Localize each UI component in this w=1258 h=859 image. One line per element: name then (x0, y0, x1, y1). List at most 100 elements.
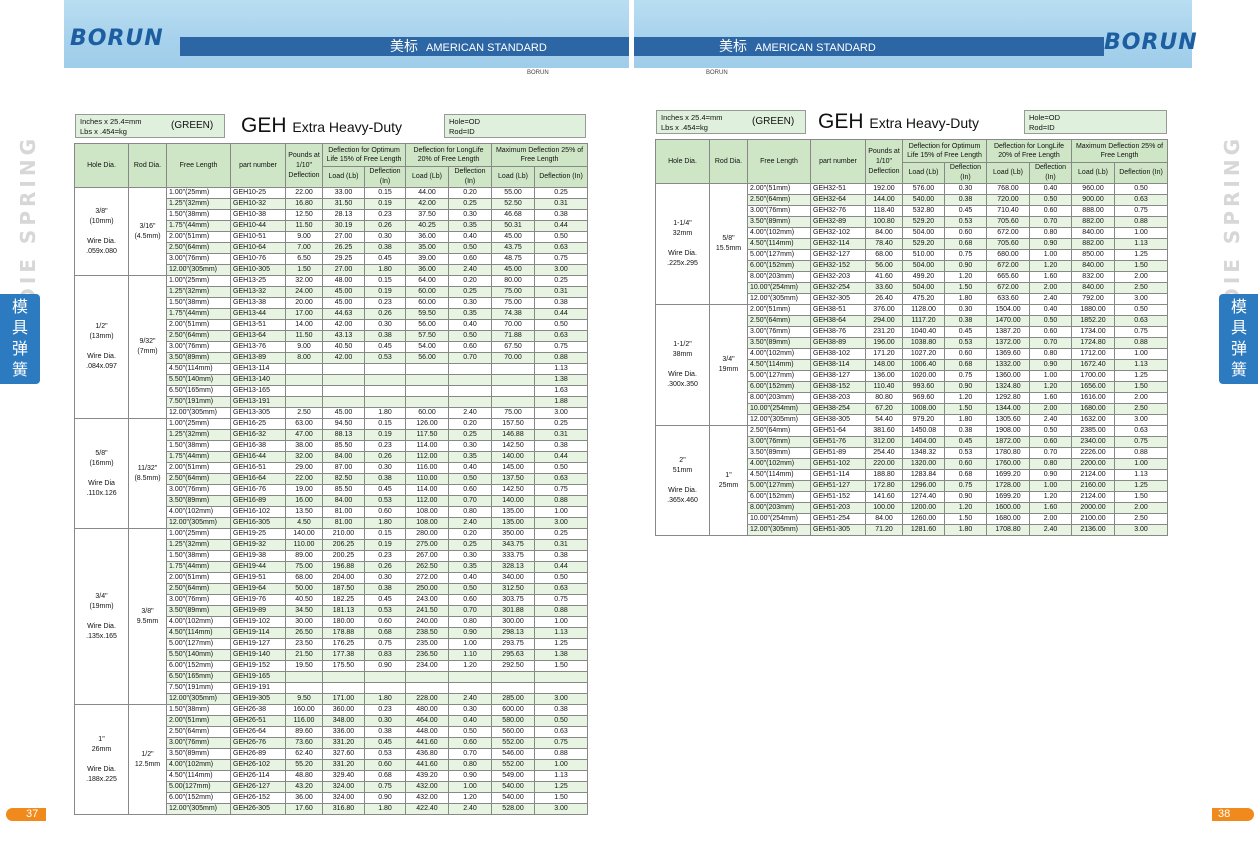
load-25-cell (491, 374, 536, 386)
load-20-cell: 439.20 (405, 770, 449, 782)
load-15-cell: 171.00 (322, 693, 365, 705)
load-15-cell: 196.88 (322, 561, 365, 573)
right-logo: BORUN (1104, 30, 1198, 55)
left-tab-char: 具 (11, 320, 28, 337)
right-tab-char: 模 (1230, 299, 1247, 316)
right-units-box: Inches x 25.4=mm Lbs x .454=kg (GREEN) (656, 110, 806, 134)
defl-25-cell: 2.00 (1114, 271, 1169, 283)
load-15-cell: 48.00 (322, 275, 365, 287)
defl-15-cell: 1.20 (944, 502, 987, 514)
defl-15-cell: 0.30 (364, 462, 406, 474)
part-number-cell: GEH13-140 (230, 374, 286, 386)
hole-dia-line: Wire Dia. (87, 353, 116, 360)
defl-15-cell: 0.30 (944, 183, 987, 195)
part-number-cell: GEH32-51 (810, 183, 866, 195)
pounds-cell: 16.00 (285, 495, 323, 507)
load-25-cell: 303.75 (491, 594, 536, 606)
free-length-cell: 4.50"(114mm) (747, 238, 811, 250)
free-length-cell: 2.00"(51mm) (166, 462, 231, 474)
load-20-cell: 448.00 (405, 726, 449, 738)
load-25-cell: 1680.00 (1071, 403, 1116, 415)
part-number-cell: GEH26-102 (230, 759, 286, 771)
load-25-cell: 52.50 (491, 198, 536, 210)
left-hole-rod-box: Hole=OD Rod=ID (444, 114, 586, 138)
defl-20-cell: 1.20 (1028, 260, 1073, 272)
pounds-cell: 34.50 (285, 605, 323, 617)
defl-15-cell: 0.90 (944, 491, 987, 503)
load-20-cell: 441.60 (405, 759, 449, 771)
pounds-cell: 38.00 (285, 440, 323, 452)
defl-25-cell: 0.63 (534, 583, 589, 595)
load-15-cell: 1020.00 (902, 370, 945, 382)
defl-20-cell: 0.80 (1028, 348, 1073, 360)
defl-15-cell: 1.50 (944, 513, 987, 525)
load-20-cell: 436.80 (405, 748, 449, 760)
rod-dia-cell: 1" 25mm (709, 425, 748, 536)
load-20-cell: 280.00 (405, 528, 449, 540)
load-15-cell: 324.00 (322, 781, 365, 793)
pounds-cell: 24.00 (285, 286, 323, 298)
defl-25-cell: 1.13 (534, 627, 589, 639)
left-label-en: AMERICAN STANDARD (426, 42, 547, 54)
defl-20-cell: 0.50 (447, 473, 493, 485)
load-20-cell: 441.60 (405, 737, 449, 749)
defl-20-cell: 0.30 (447, 704, 493, 716)
free-length-cell: 3.50"(89mm) (747, 337, 811, 349)
free-length-cell: 4.50"(114mm) (166, 363, 231, 375)
part-number-cell: GEH32-203 (810, 271, 866, 283)
pounds-cell: 381.60 (865, 425, 903, 437)
defl-20-cell: 1.60 (1028, 392, 1073, 404)
defl-25-cell: 1.00 (534, 759, 589, 771)
col-deflection-header: Deflection (In) (364, 166, 406, 188)
load-20-cell: 705.60 (986, 238, 1030, 250)
defl-15-cell (364, 374, 406, 386)
defl-25-cell: 1.13 (534, 770, 589, 782)
col-hole-header: Hole Dia. (74, 143, 129, 188)
col-load-header: Load (Lb) (405, 166, 449, 188)
load-20-cell: 1470.00 (986, 315, 1030, 327)
defl-20-cell: 0.50 (447, 583, 493, 595)
load-15-cell: 81.00 (322, 506, 365, 518)
defl-25-cell: 1.25 (534, 781, 589, 793)
load-15-cell: 324.00 (322, 792, 365, 804)
load-20-cell: 1699.20 (986, 491, 1030, 503)
hole-dia-cell: 5/8" (16mm) Wire Dia .110x.126 (74, 418, 129, 529)
defl-25-cell: 1.25 (534, 638, 589, 650)
pounds-cell: 172.80 (865, 480, 903, 492)
pounds-cell: 231.20 (865, 326, 903, 338)
load-15-cell: 969.60 (902, 392, 945, 404)
defl-15-cell (364, 363, 406, 375)
part-number-cell: GEH10-51 (230, 231, 286, 243)
hole-dia-line: 1-1/2" (673, 341, 692, 348)
defl-20-cell: 1.20 (447, 792, 493, 804)
hole-dia-line: Wire Dia. (668, 250, 697, 257)
defl-20-cell: 0.50 (447, 242, 493, 254)
defl-20-cell (447, 682, 493, 694)
load-20-cell: 56.00 (405, 352, 449, 364)
load-20-cell: 1780.80 (986, 447, 1030, 459)
load-15-cell: 1450.08 (902, 425, 945, 437)
part-number-cell: GEH38-305 (810, 414, 866, 426)
free-length-cell: 7.50"(191mm) (166, 396, 231, 408)
defl-25-cell: 0.75 (534, 484, 589, 496)
col-pounds-header: Pounds at 1/10" Deflection (865, 139, 903, 184)
defl-20-cell: 2.40 (1028, 524, 1073, 536)
part-number-cell: GEH16-38 (230, 440, 286, 452)
defl-20-cell: 0.70 (1028, 216, 1073, 228)
rod-dia-line: (4.5mm) (134, 232, 161, 240)
load-20-cell: 1680.00 (986, 513, 1030, 525)
left-tab-char: 簧 (11, 362, 28, 379)
defl-15-cell: 0.68 (364, 627, 406, 639)
pounds-cell: 171.20 (865, 348, 903, 360)
defl-25-cell: 0.31 (534, 198, 589, 210)
free-length-cell: 2.50"(64mm) (747, 194, 811, 206)
load-25-cell: 135.00 (491, 517, 536, 529)
part-number-cell: GEH13-51 (230, 319, 286, 331)
part-number-cell: GEH38-152 (810, 381, 866, 393)
col-deflection-header: Deflection (In) (944, 162, 987, 184)
right-series-name: Extra Heavy-Duty (869, 115, 980, 131)
part-number-cell: GEH38-89 (810, 337, 866, 349)
defl-15-cell: 0.38 (364, 726, 406, 738)
load-20-cell: 60.00 (405, 407, 449, 419)
load-20-cell: 672.00 (986, 282, 1030, 294)
